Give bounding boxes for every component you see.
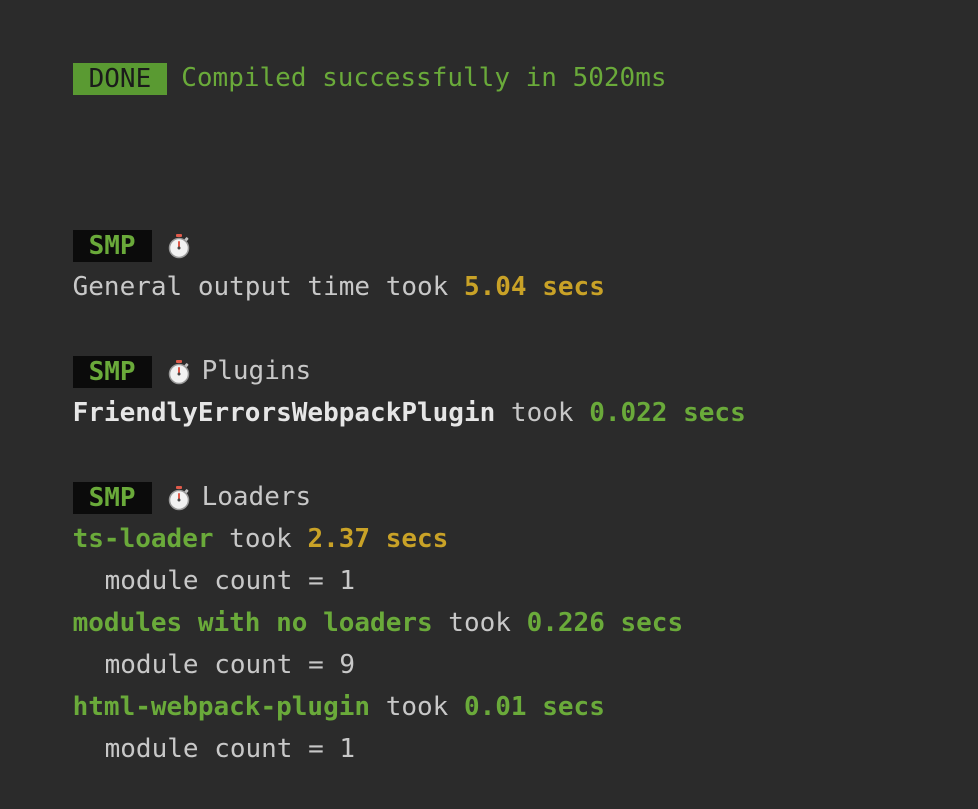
plugin-row: FriendlyErrorsWebpackPlugin took 0.022 s…: [10, 353, 746, 428]
module-count: module count = 1: [10, 521, 355, 596]
terminal-output: DONE Compiled successfully in 5020ms SMP …: [0, 0, 978, 764]
loader-row: modules with no loaders took 0.226 secs: [10, 563, 684, 638]
general-time: 5.04 secs: [463, 272, 605, 302]
smp-plugins-header: SMP Plugins: [10, 311, 311, 388]
took-label: took: [495, 398, 590, 428]
loader-time: 0.01 secs: [463, 692, 605, 722]
took-label: took: [432, 608, 527, 638]
plugin-time: 0.022 secs: [589, 398, 746, 428]
loader-row: ts-loader took 2.37 secs: [10, 479, 449, 554]
smp-general-header: SMP: [10, 185, 202, 262]
loader-row: html-webpack-plugin took 0.01 secs: [10, 647, 605, 722]
loader-time: 0.226 secs: [526, 608, 684, 638]
general-label: General output time took: [72, 272, 464, 302]
done-badge: DONE: [72, 62, 168, 95]
compile-message: Compiled successfully in 5020ms: [181, 63, 667, 93]
module-count-text: module count = 1: [104, 734, 356, 764]
smp-loaders-header: SMP Loaders: [10, 437, 311, 514]
general-output-line: General output time took 5.04 secs: [10, 227, 605, 302]
module-count: module count = 9: [10, 605, 355, 680]
plugin-name: FriendlyErrorsWebpackPlugin: [72, 398, 496, 428]
module-count: module count = 1: [10, 689, 355, 764]
done-line: DONE Compiled successfully in 5020ms: [10, 18, 667, 95]
took-label: took: [370, 692, 464, 722]
